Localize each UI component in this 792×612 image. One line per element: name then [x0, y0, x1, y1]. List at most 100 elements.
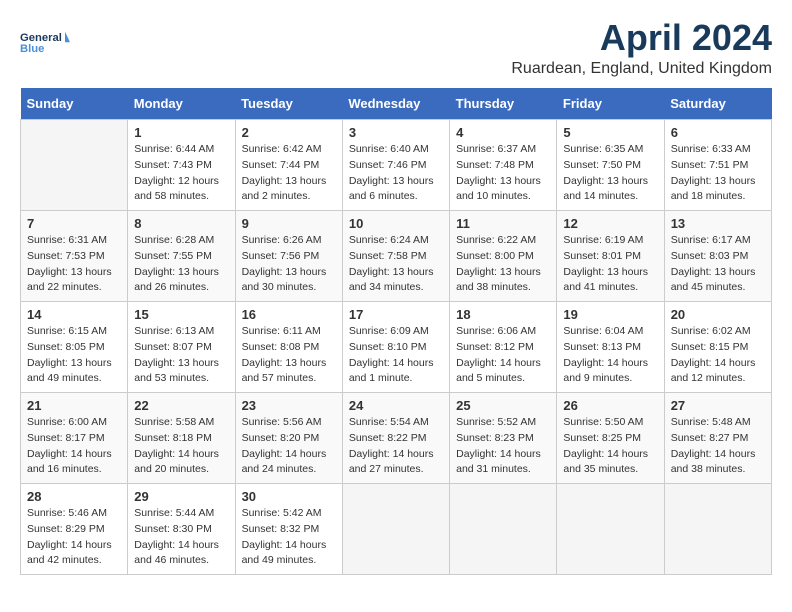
calendar-cell: 21 Sunrise: 6:00 AM Sunset: 8:17 PM Dayl… — [21, 393, 128, 484]
day-number: 21 — [27, 398, 121, 413]
day-number: 20 — [671, 307, 765, 322]
day-number: 4 — [456, 125, 550, 140]
calendar-cell: 13 Sunrise: 6:17 AM Sunset: 8:03 PM Dayl… — [664, 211, 771, 302]
day-info: Sunrise: 6:35 AM Sunset: 7:50 PM Dayligh… — [563, 142, 657, 205]
day-info: Sunrise: 5:42 AM Sunset: 8:32 PM Dayligh… — [242, 506, 336, 569]
day-info: Sunrise: 6:15 AM Sunset: 8:05 PM Dayligh… — [27, 324, 121, 387]
calendar-cell: 27 Sunrise: 5:48 AM Sunset: 8:27 PM Dayl… — [664, 393, 771, 484]
day-info: Sunrise: 6:09 AM Sunset: 8:10 PM Dayligh… — [349, 324, 443, 387]
calendar-cell: 8 Sunrise: 6:28 AM Sunset: 7:55 PM Dayli… — [128, 211, 235, 302]
day-number: 24 — [349, 398, 443, 413]
day-info: Sunrise: 5:44 AM Sunset: 8:30 PM Dayligh… — [134, 506, 228, 569]
day-number: 25 — [456, 398, 550, 413]
day-info: Sunrise: 6:31 AM Sunset: 7:53 PM Dayligh… — [27, 233, 121, 296]
day-info: Sunrise: 5:52 AM Sunset: 8:23 PM Dayligh… — [456, 415, 550, 478]
day-info: Sunrise: 6:04 AM Sunset: 8:13 PM Dayligh… — [563, 324, 657, 387]
calendar-week-row: 28 Sunrise: 5:46 AM Sunset: 8:29 PM Dayl… — [21, 484, 772, 575]
day-number: 8 — [134, 216, 228, 231]
calendar-cell: 22 Sunrise: 5:58 AM Sunset: 8:18 PM Dayl… — [128, 393, 235, 484]
day-number: 3 — [349, 125, 443, 140]
calendar-day-header: Saturday — [664, 88, 771, 120]
day-info: Sunrise: 5:46 AM Sunset: 8:29 PM Dayligh… — [27, 506, 121, 569]
day-number: 26 — [563, 398, 657, 413]
day-number: 16 — [242, 307, 336, 322]
calendar-cell: 24 Sunrise: 5:54 AM Sunset: 8:22 PM Dayl… — [342, 393, 449, 484]
calendar-cell: 9 Sunrise: 6:26 AM Sunset: 7:56 PM Dayli… — [235, 211, 342, 302]
day-info: Sunrise: 6:33 AM Sunset: 7:51 PM Dayligh… — [671, 142, 765, 205]
calendar-day-header: Monday — [128, 88, 235, 120]
calendar-table: SundayMondayTuesdayWednesdayThursdayFrid… — [20, 88, 772, 575]
calendar-cell: 29 Sunrise: 5:44 AM Sunset: 8:30 PM Dayl… — [128, 484, 235, 575]
day-number: 30 — [242, 489, 336, 504]
logo-svg: General Blue — [20, 20, 70, 65]
calendar-cell: 14 Sunrise: 6:15 AM Sunset: 8:05 PM Dayl… — [21, 302, 128, 393]
day-number: 6 — [671, 125, 765, 140]
calendar-cell: 25 Sunrise: 5:52 AM Sunset: 8:23 PM Dayl… — [450, 393, 557, 484]
day-info: Sunrise: 6:11 AM Sunset: 8:08 PM Dayligh… — [242, 324, 336, 387]
day-info: Sunrise: 6:22 AM Sunset: 8:00 PM Dayligh… — [456, 233, 550, 296]
day-number: 1 — [134, 125, 228, 140]
day-info: Sunrise: 6:06 AM Sunset: 8:12 PM Dayligh… — [456, 324, 550, 387]
day-info: Sunrise: 6:00 AM Sunset: 8:17 PM Dayligh… — [27, 415, 121, 478]
day-number: 18 — [456, 307, 550, 322]
calendar-cell: 7 Sunrise: 6:31 AM Sunset: 7:53 PM Dayli… — [21, 211, 128, 302]
calendar-day-header: Tuesday — [235, 88, 342, 120]
day-number: 7 — [27, 216, 121, 231]
day-number: 10 — [349, 216, 443, 231]
calendar-cell: 18 Sunrise: 6:06 AM Sunset: 8:12 PM Dayl… — [450, 302, 557, 393]
calendar-cell: 11 Sunrise: 6:22 AM Sunset: 8:00 PM Dayl… — [450, 211, 557, 302]
calendar-day-header: Friday — [557, 88, 664, 120]
calendar-cell: 17 Sunrise: 6:09 AM Sunset: 8:10 PM Dayl… — [342, 302, 449, 393]
day-info: Sunrise: 6:02 AM Sunset: 8:15 PM Dayligh… — [671, 324, 765, 387]
day-number: 12 — [563, 216, 657, 231]
day-info: Sunrise: 5:50 AM Sunset: 8:25 PM Dayligh… — [563, 415, 657, 478]
calendar-cell — [664, 484, 771, 575]
calendar-cell: 23 Sunrise: 5:56 AM Sunset: 8:20 PM Dayl… — [235, 393, 342, 484]
calendar-cell: 26 Sunrise: 5:50 AM Sunset: 8:25 PM Dayl… — [557, 393, 664, 484]
calendar-cell: 3 Sunrise: 6:40 AM Sunset: 7:46 PM Dayli… — [342, 120, 449, 211]
day-number: 27 — [671, 398, 765, 413]
calendar-day-header: Thursday — [450, 88, 557, 120]
day-info: Sunrise: 6:17 AM Sunset: 8:03 PM Dayligh… — [671, 233, 765, 296]
calendar-cell: 6 Sunrise: 6:33 AM Sunset: 7:51 PM Dayli… — [664, 120, 771, 211]
day-info: Sunrise: 5:58 AM Sunset: 8:18 PM Dayligh… — [134, 415, 228, 478]
calendar-cell: 30 Sunrise: 5:42 AM Sunset: 8:32 PM Dayl… — [235, 484, 342, 575]
calendar-cell: 12 Sunrise: 6:19 AM Sunset: 8:01 PM Dayl… — [557, 211, 664, 302]
calendar-header-row: SundayMondayTuesdayWednesdayThursdayFrid… — [21, 88, 772, 120]
day-number: 13 — [671, 216, 765, 231]
day-number: 9 — [242, 216, 336, 231]
day-info: Sunrise: 5:54 AM Sunset: 8:22 PM Dayligh… — [349, 415, 443, 478]
location: Ruardean, England, United Kingdom — [511, 60, 772, 78]
day-number: 17 — [349, 307, 443, 322]
day-info: Sunrise: 6:40 AM Sunset: 7:46 PM Dayligh… — [349, 142, 443, 205]
day-number: 29 — [134, 489, 228, 504]
day-number: 28 — [27, 489, 121, 504]
day-info: Sunrise: 6:44 AM Sunset: 7:43 PM Dayligh… — [134, 142, 228, 205]
day-info: Sunrise: 6:19 AM Sunset: 8:01 PM Dayligh… — [563, 233, 657, 296]
calendar-cell: 5 Sunrise: 6:35 AM Sunset: 7:50 PM Dayli… — [557, 120, 664, 211]
calendar-day-header: Sunday — [21, 88, 128, 120]
calendar-cell: 4 Sunrise: 6:37 AM Sunset: 7:48 PM Dayli… — [450, 120, 557, 211]
day-info: Sunrise: 6:26 AM Sunset: 7:56 PM Dayligh… — [242, 233, 336, 296]
day-number: 22 — [134, 398, 228, 413]
calendar-day-header: Wednesday — [342, 88, 449, 120]
page-header: General Blue April 2024 Ruardean, Englan… — [20, 20, 772, 78]
calendar-cell: 28 Sunrise: 5:46 AM Sunset: 8:29 PM Dayl… — [21, 484, 128, 575]
calendar-week-row: 7 Sunrise: 6:31 AM Sunset: 7:53 PM Dayli… — [21, 211, 772, 302]
calendar-cell: 10 Sunrise: 6:24 AM Sunset: 7:58 PM Dayl… — [342, 211, 449, 302]
month-title: April 2024 — [511, 20, 772, 56]
calendar-cell — [21, 120, 128, 211]
day-info: Sunrise: 6:37 AM Sunset: 7:48 PM Dayligh… — [456, 142, 550, 205]
day-info: Sunrise: 6:42 AM Sunset: 7:44 PM Dayligh… — [242, 142, 336, 205]
title-block: April 2024 Ruardean, England, United Kin… — [511, 20, 772, 78]
day-info: Sunrise: 6:13 AM Sunset: 8:07 PM Dayligh… — [134, 324, 228, 387]
day-number: 14 — [27, 307, 121, 322]
logo: General Blue — [20, 20, 70, 65]
day-info: Sunrise: 6:28 AM Sunset: 7:55 PM Dayligh… — [134, 233, 228, 296]
calendar-cell — [557, 484, 664, 575]
calendar-cell — [450, 484, 557, 575]
calendar-cell: 19 Sunrise: 6:04 AM Sunset: 8:13 PM Dayl… — [557, 302, 664, 393]
svg-text:Blue: Blue — [20, 43, 44, 55]
calendar-week-row: 21 Sunrise: 6:00 AM Sunset: 8:17 PM Dayl… — [21, 393, 772, 484]
svg-text:General: General — [20, 32, 62, 44]
